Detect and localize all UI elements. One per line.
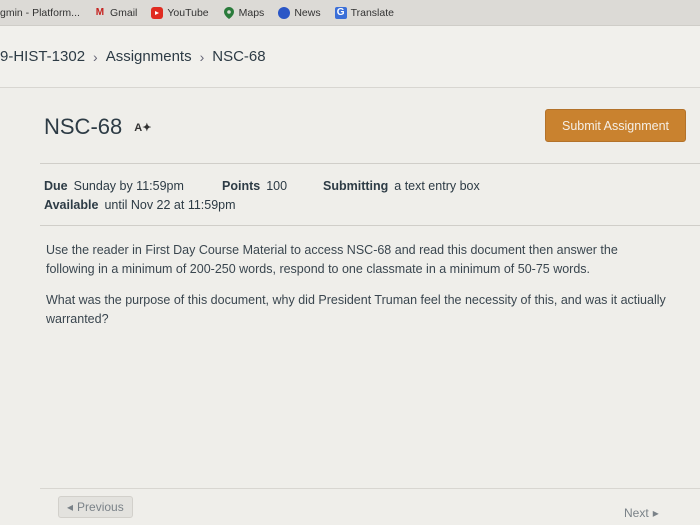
bookmark-label: gmin - Platform... xyxy=(0,6,80,19)
maps-icon xyxy=(223,6,235,19)
breadcrumb: 9-HIST-1302 › Assignments › NSC-68 xyxy=(0,26,700,88)
submitting-value: a text entry box xyxy=(394,179,480,193)
youtube-icon xyxy=(151,6,164,19)
bookmarks-bar: gmin - Platform... M Gmail YouTube Maps … xyxy=(0,0,700,26)
translate-icon: G xyxy=(334,6,347,19)
bookmark-maps[interactable]: Maps xyxy=(223,6,265,19)
chevron-right-icon: ▸ xyxy=(652,506,659,520)
accessibility-text-icon[interactable]: A✦ xyxy=(134,121,151,134)
available-label: Available xyxy=(44,198,99,212)
chevron-right-icon: › xyxy=(93,48,98,65)
available-value: until Nov 22 at 11:59pm xyxy=(104,198,236,212)
chevron-left-icon: ◂ xyxy=(67,500,74,514)
submitting-label: Submitting xyxy=(323,179,389,193)
divider xyxy=(40,225,700,226)
points-label: Points xyxy=(222,179,261,193)
chevron-right-icon: › xyxy=(199,48,205,65)
page-title: NSC-68 xyxy=(44,114,123,139)
bookmark-label: YouTube xyxy=(167,6,209,19)
news-icon xyxy=(278,6,291,19)
next-label: Next xyxy=(624,506,649,520)
description-paragraph: What was the purpose of this document, w… xyxy=(46,293,666,326)
assignment-content: NSC-68 A✦ Submit Assignment Due Sunday by… xyxy=(0,88,700,525)
bookmark-translate[interactable]: G Translate xyxy=(334,6,394,19)
bookmark-label: News xyxy=(294,6,321,19)
title-row: NSC-68 A✦ xyxy=(44,114,151,140)
available-info: Available until Nov 22 at 11:59pm xyxy=(44,196,236,215)
submit-assignment-button[interactable]: Submit Assignment xyxy=(545,109,686,142)
bookmark-label: Translate xyxy=(350,6,394,19)
next-button[interactable]: Next ▸ xyxy=(618,502,665,524)
assignment-description: Use the reader in First Day Course Mater… xyxy=(46,241,666,341)
description-paragraph: Use the reader in First Day Course Mater… xyxy=(46,243,618,276)
submitting-info: Submitting a text entry box xyxy=(323,177,480,196)
due-value: Sunday by 11:59pm xyxy=(73,179,184,193)
breadcrumb-course[interactable]: 9-HIST-1302 xyxy=(0,48,85,65)
due-info: Due Sunday by 11:59pm xyxy=(44,177,222,196)
bookmark-label: Gmail xyxy=(109,6,138,19)
points-info: Points 100 xyxy=(222,177,323,196)
divider xyxy=(40,163,700,164)
breadcrumb-current: NSC-68 xyxy=(212,48,266,65)
bookmark-youtube[interactable]: YouTube xyxy=(151,6,209,19)
assignment-details: Due Sunday by 11:59pm Points 100 Submittin… xyxy=(44,177,480,215)
due-label: Due xyxy=(44,179,68,193)
bookmark-platform[interactable]: gmin - Platform... xyxy=(0,7,80,19)
gmail-icon: M xyxy=(95,7,105,18)
divider xyxy=(40,488,700,489)
bookmark-label: Maps xyxy=(238,6,265,19)
breadcrumb-assignments[interactable]: Assignments xyxy=(106,48,192,65)
points-value: 100 xyxy=(266,179,288,193)
previous-label: Previous xyxy=(77,500,124,514)
bookmark-gmail[interactable]: M Gmail xyxy=(94,6,138,19)
bookmark-news[interactable]: News xyxy=(278,6,321,19)
previous-button[interactable]: ◂ Previous xyxy=(58,496,133,518)
